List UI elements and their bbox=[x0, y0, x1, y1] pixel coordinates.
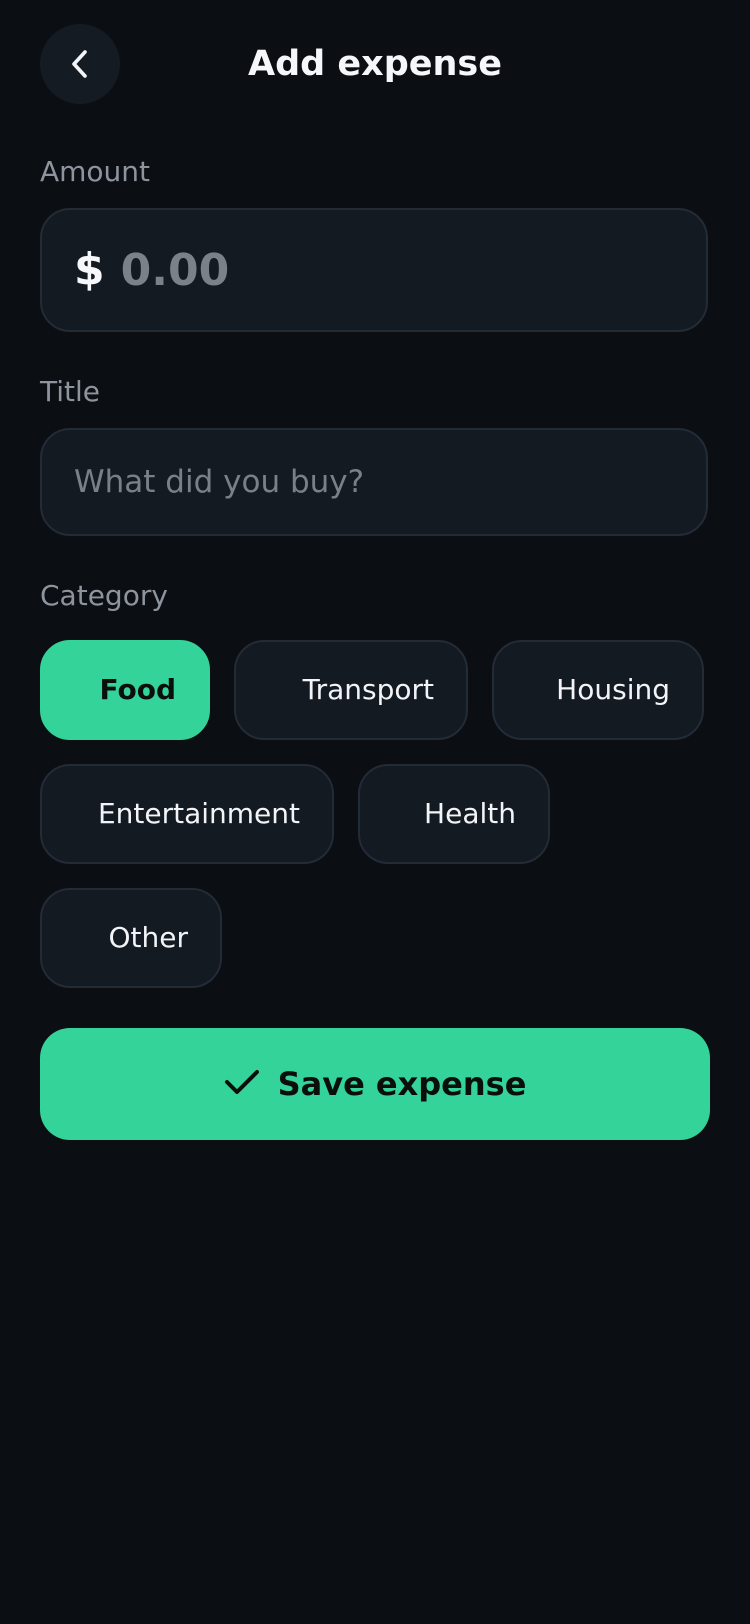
category-label: Category bbox=[40, 579, 168, 612]
category-chip-health[interactable]: Health bbox=[358, 764, 550, 864]
category-chip-entertainment[interactable]: Entertainment bbox=[40, 764, 334, 864]
category-chip-food[interactable]: Food bbox=[40, 640, 210, 740]
page-title: Add expense bbox=[248, 44, 502, 84]
save-expense-label: Save expense bbox=[277, 1065, 527, 1103]
save-expense-button[interactable]: Save expense bbox=[40, 1028, 710, 1140]
category-chip-other[interactable]: Other bbox=[40, 888, 222, 988]
amount-input[interactable] bbox=[120, 244, 661, 296]
amount-field[interactable]: $ bbox=[40, 208, 708, 332]
check-icon bbox=[224, 1067, 260, 1101]
category-chip-housing[interactable]: Housing bbox=[492, 640, 704, 740]
title-input[interactable] bbox=[74, 464, 674, 500]
currency-symbol: $ bbox=[74, 244, 105, 295]
title-label: Title bbox=[40, 375, 101, 408]
app-header: Add expense bbox=[0, 0, 750, 130]
amount-label: Amount bbox=[40, 155, 151, 188]
title-field[interactable] bbox=[40, 428, 708, 536]
category-chip-transport[interactable]: Transport bbox=[234, 640, 468, 740]
